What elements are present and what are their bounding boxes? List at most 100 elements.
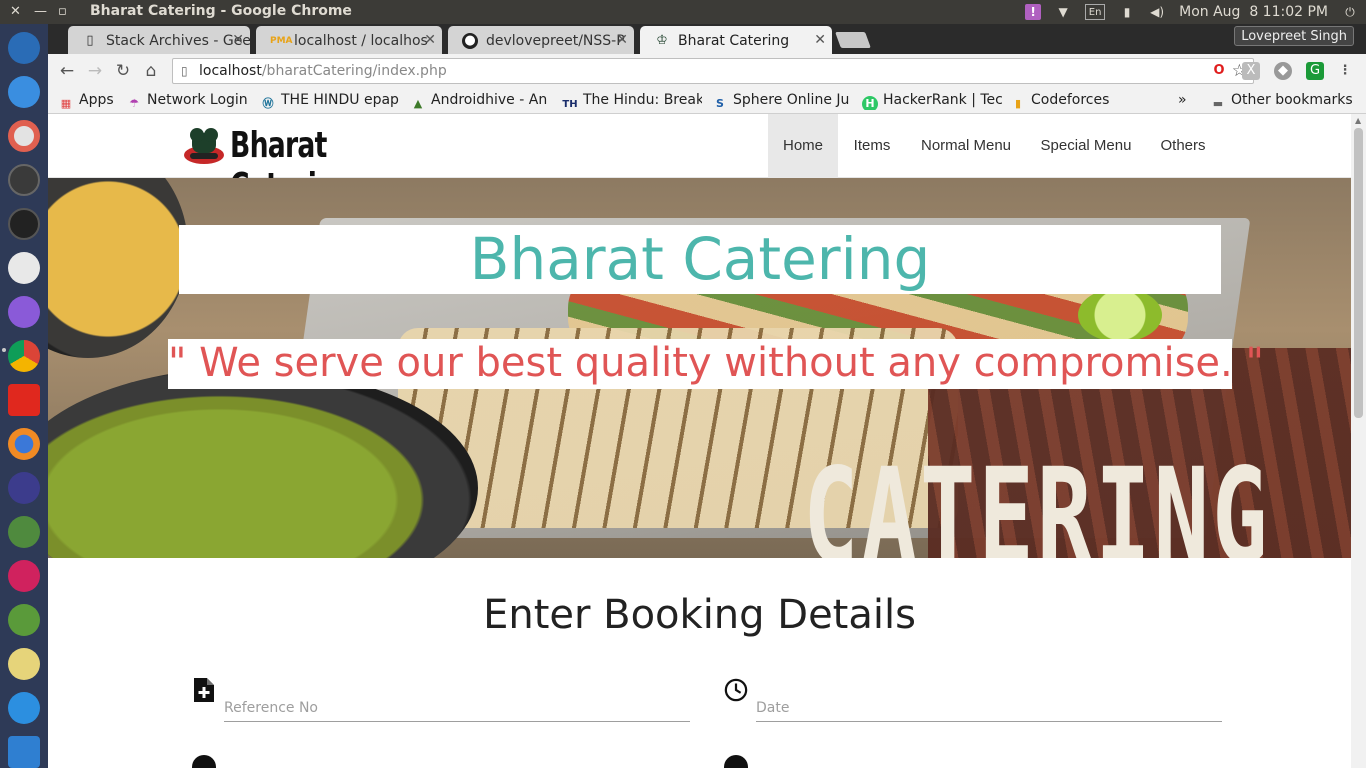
- codeforces-icon: ▮: [1014, 97, 1022, 110]
- site-logo[interactable]: Bharat Catering: [182, 123, 482, 207]
- page-scrollbar[interactable]: ▲: [1351, 114, 1366, 768]
- page-icon: ▯: [86, 33, 94, 48]
- page-info-icon[interactable]: ▯: [181, 64, 188, 78]
- hero-cheese-bowl: [48, 178, 188, 358]
- bookmark-label: Apps: [79, 92, 114, 108]
- bookmark-label: HackerRank | Tec: [883, 92, 1002, 108]
- bookmark-label: Network Login: [147, 92, 248, 108]
- hero-title: Bharat Catering: [469, 225, 931, 293]
- nav-others[interactable]: Others: [1150, 114, 1216, 178]
- tab-stack-archives[interactable]: ▯ Stack Archives - Gee ✕: [68, 26, 250, 54]
- nav-normal-menu[interactable]: Normal Menu: [910, 114, 1022, 178]
- address-bar[interactable]: ▯ localhost/bharatCatering/index.php ☆: [172, 58, 1254, 84]
- bookmark-apps[interactable]: ▦ Apps: [58, 92, 114, 110]
- folder-icon: ▬: [1212, 97, 1224, 110]
- close-tab-icon[interactable]: ✕: [232, 32, 244, 48]
- volume-icon[interactable]: ◀): [1149, 4, 1165, 20]
- chef-hat-icon: ♔: [656, 33, 668, 48]
- bookmark-label: Androidhive - An: [431, 92, 548, 108]
- clock-icon: [724, 678, 748, 702]
- nav-items[interactable]: Items: [842, 114, 902, 178]
- close-tab-icon[interactable]: ✕: [616, 32, 628, 48]
- keyboard-layout[interactable]: En: [1085, 4, 1106, 20]
- tab-label: Stack Archives - Gee: [106, 33, 250, 49]
- software-center-icon[interactable]: [8, 252, 40, 284]
- androidhive-icon: ▲: [413, 97, 423, 110]
- bookmark-spoj[interactable]: S Sphere Online Ju: [712, 92, 852, 110]
- close-tab-icon[interactable]: ✕: [814, 32, 826, 48]
- tab-phpmyadmin[interactable]: PMA localhost / localhos ✕: [256, 26, 442, 54]
- bookmark-network-login[interactable]: ☂ Network Login: [126, 92, 248, 110]
- ubuntu-launcher: [0, 24, 48, 768]
- upload-app-icon[interactable]: [8, 736, 40, 768]
- web-page: Bharat Catering Home Items Normal Menu S…: [48, 114, 1351, 768]
- notification-icon[interactable]: !: [1025, 4, 1042, 20]
- bookmark-hackerrank[interactable]: H HackerRank | Tec: [862, 92, 1002, 110]
- nav-special-menu[interactable]: Special Menu: [1030, 114, 1142, 178]
- bookmark-the-hindu-epaper[interactable]: Ⓦ THE HINDU epap: [260, 92, 400, 110]
- forward-icon[interactable]: →: [84, 60, 106, 82]
- person-icon: [724, 755, 748, 768]
- files-icon[interactable]: [8, 296, 40, 328]
- scroll-up-icon[interactable]: ▲: [1355, 116, 1361, 125]
- opera-extension-icon[interactable]: O: [1210, 62, 1228, 80]
- chrome-icon[interactable]: [8, 340, 40, 372]
- bookmark-label: Other bookmarks: [1231, 92, 1353, 108]
- reload-icon[interactable]: ↻: [112, 60, 134, 82]
- tab-bharat-catering[interactable]: ♔ Bharat Catering ✕: [640, 26, 832, 54]
- hero-banner: CATERING Bharat Catering " We serve our …: [48, 178, 1351, 558]
- tab-github[interactable]: ● devlovepreet/NSS-P ✕: [448, 26, 634, 54]
- bookmark-androidhive[interactable]: ▲ Androidhive - An: [410, 92, 550, 110]
- bookmark-label: Sphere Online Ju: [733, 92, 850, 108]
- remmina-icon[interactable]: [8, 692, 40, 724]
- android-app-icon[interactable]: [8, 604, 40, 636]
- bookmark-label: The Hindu: Break: [583, 92, 702, 108]
- profile-button[interactable]: Lovepreet Singh: [1234, 26, 1354, 46]
- bookmark-label: THE HINDU epap: [281, 92, 399, 108]
- minimize-window-icon[interactable]: —: [34, 4, 47, 19]
- flickr-app-icon[interactable]: [8, 560, 40, 592]
- extension-x-icon[interactable]: X: [1242, 62, 1260, 80]
- home-icon[interactable]: ⌂: [140, 60, 162, 82]
- extension-green-icon[interactable]: G: [1306, 62, 1324, 80]
- power-icon[interactable]: ⏻: [1342, 4, 1358, 20]
- clock[interactable]: Mon Aug 8 11:02 PM: [1179, 4, 1328, 20]
- close-window-icon[interactable]: ✕: [10, 4, 21, 19]
- terminal-alt-icon[interactable]: [8, 208, 40, 240]
- reference-no-field: [192, 676, 692, 726]
- more-apps-icon[interactable]: [8, 76, 40, 108]
- android-studio-icon[interactable]: [8, 516, 40, 548]
- battery-icon[interactable]: ▮: [1119, 4, 1135, 20]
- firefox-icon[interactable]: [8, 428, 40, 460]
- url-path: /bharatCatering/index.php: [261, 63, 447, 79]
- nav-home[interactable]: Home: [768, 114, 838, 178]
- other-bookmarks-folder[interactable]: ▬ Other bookmarks: [1210, 92, 1353, 110]
- spoj-icon: S: [716, 97, 724, 110]
- wifi-icon[interactable]: ▼: [1055, 4, 1071, 20]
- atom-icon[interactable]: [8, 472, 40, 504]
- reference-no-input[interactable]: [224, 694, 690, 722]
- apple-logo-icon[interactable]: [8, 32, 40, 64]
- hackerrank-icon: H: [862, 96, 878, 110]
- apps-grid-icon: ▦: [60, 97, 72, 110]
- terminal-icon[interactable]: [8, 164, 40, 196]
- phpmyadmin-icon: PMA: [270, 36, 293, 46]
- maximize-window-icon[interactable]: ▫: [58, 4, 67, 19]
- back-icon[interactable]: ←: [56, 60, 78, 82]
- bookmark-codeforces[interactable]: ▮ Codeforces: [1010, 92, 1109, 110]
- bookmarks-overflow-button[interactable]: »: [1178, 92, 1187, 110]
- vivaldi-icon[interactable]: [8, 384, 40, 416]
- bookmark-the-hindu[interactable]: TH The Hindu: Break: [562, 92, 702, 110]
- pie-chart-app-icon[interactable]: [8, 120, 40, 152]
- scrollbar-thumb[interactable]: [1354, 128, 1363, 418]
- hero-title-box: Bharat Catering: [179, 225, 1221, 294]
- date-input[interactable]: [756, 694, 1222, 722]
- close-tab-icon[interactable]: ✕: [424, 32, 436, 48]
- site-navbar: Bharat Catering Home Items Normal Menu S…: [48, 114, 1351, 207]
- extension-cube-icon[interactable]: ◆: [1274, 62, 1292, 80]
- browser-chrome: ▯ Stack Archives - Gee ✕ PMA localhost /…: [48, 24, 1366, 114]
- wordpress-icon: Ⓦ: [262, 97, 274, 110]
- new-tab-button[interactable]: [835, 32, 871, 48]
- editor-icon[interactable]: [8, 648, 40, 680]
- menu-kebab-icon[interactable]: ⋮: [1336, 62, 1354, 80]
